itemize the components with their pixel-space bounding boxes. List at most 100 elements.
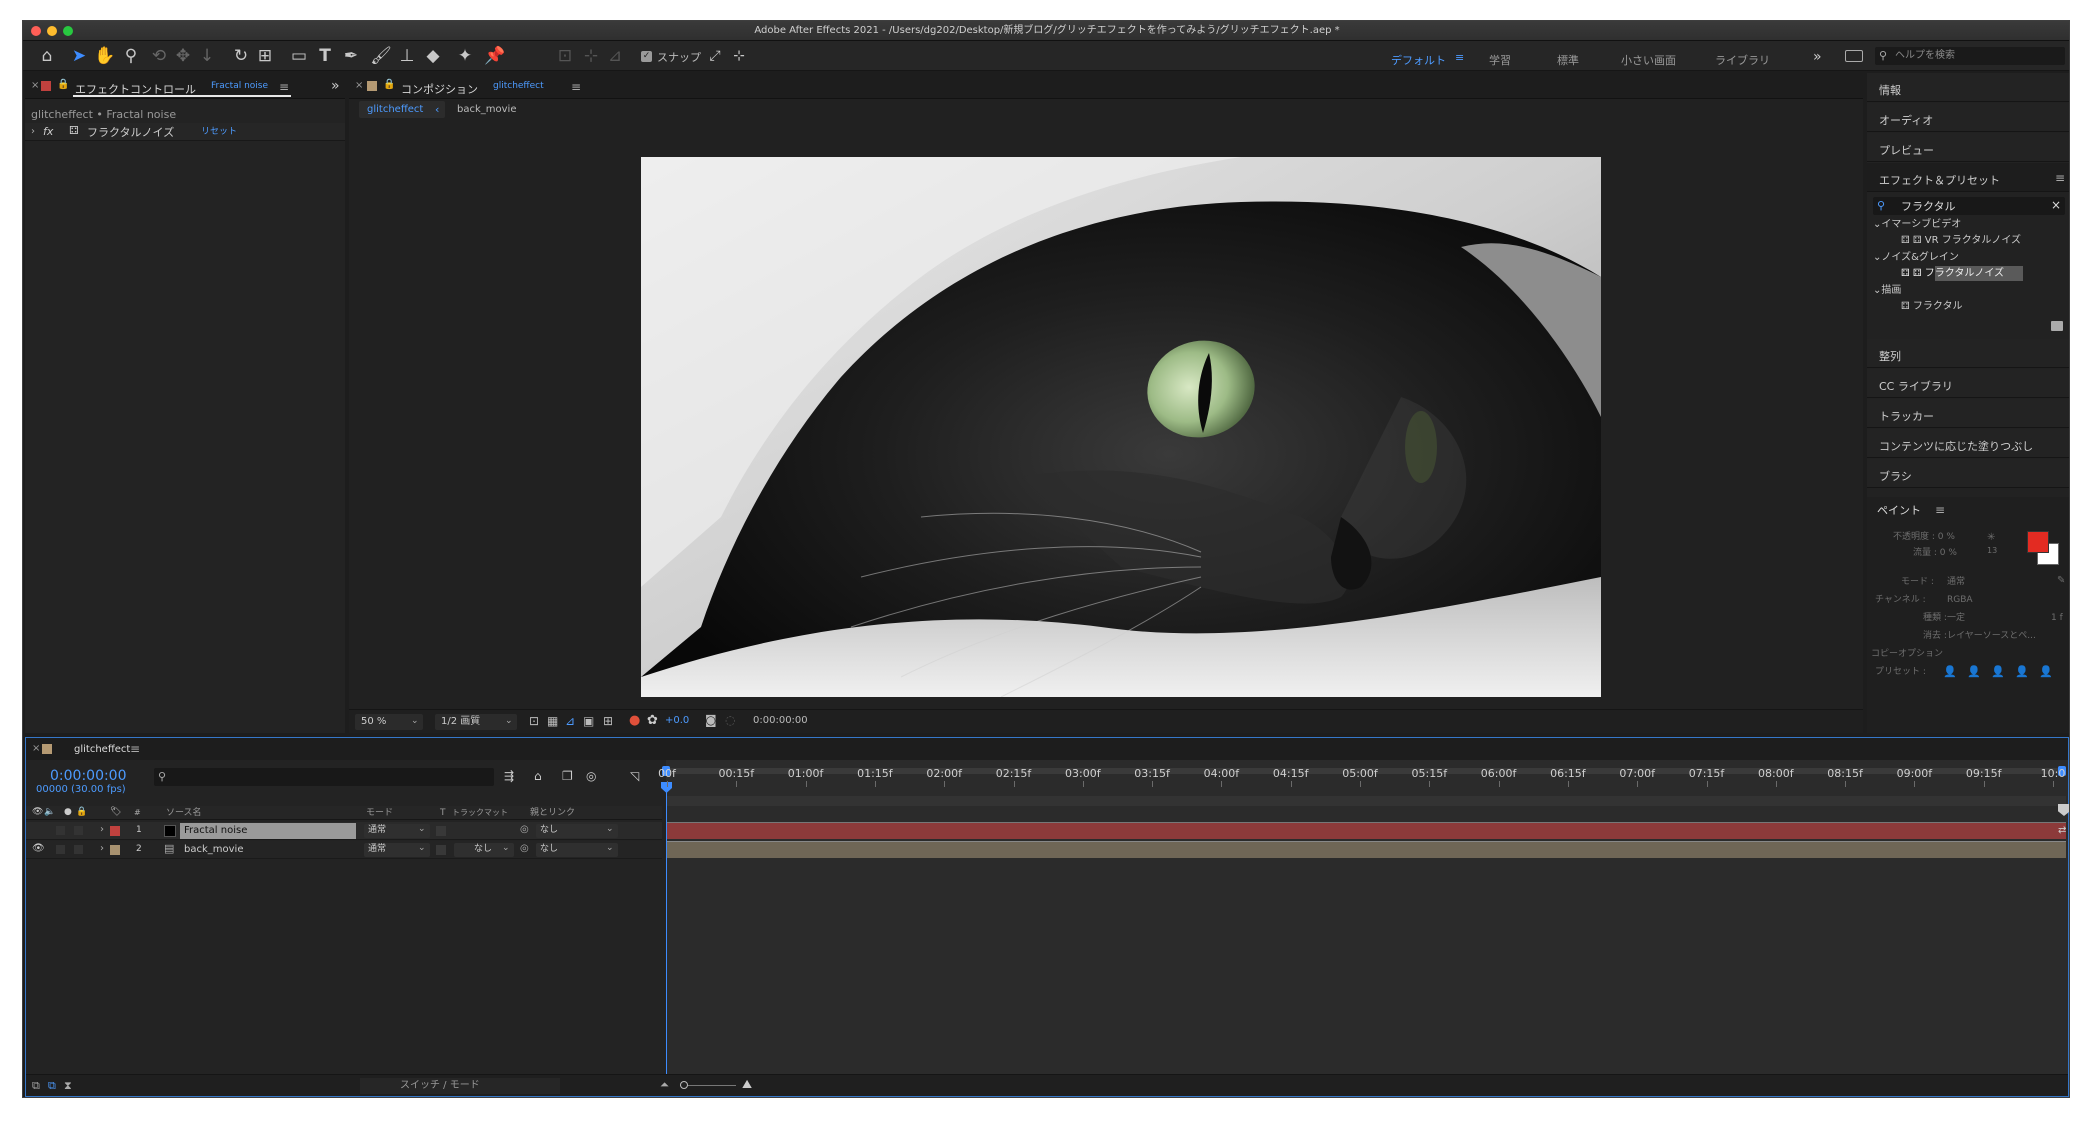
workspace-menu-icon[interactable]: ≡ — [1455, 52, 1464, 63]
paint-channel-value[interactable]: RGBA — [1947, 596, 1973, 605]
time-navigator-icon[interactable]: ⇄ — [2058, 826, 2066, 836]
comp-timecode[interactable]: 0:00:00:00 — [753, 716, 808, 726]
layer-label-color[interactable] — [110, 845, 120, 855]
snap-grid-icon[interactable]: ⊹ — [727, 44, 751, 68]
panel-menu-icon[interactable]: ≡ — [1935, 504, 1945, 516]
brush-icon[interactable]: 🖌 — [369, 44, 393, 68]
show-snapshot-icon[interactable]: ◌ — [725, 714, 735, 726]
workspace-small-screen[interactable]: 小さい画面 — [1621, 52, 1676, 68]
layer-solo-toggle[interactable] — [56, 826, 65, 835]
panel-info[interactable]: 情報 — [1867, 73, 2069, 102]
transparency-grid-icon[interactable]: ▦ — [547, 715, 558, 727]
panel-content-aware-fill[interactable]: コンテンツに応じた塗りつぶし — [1867, 429, 2069, 458]
selection-arrow-icon[interactable]: ➤ — [67, 44, 91, 68]
layer-parent-select[interactable]: なし ⌄ — [536, 824, 618, 838]
panel-menu-icon[interactable]: ≡ — [2055, 172, 2065, 184]
paint-duration-frames[interactable]: 1 f — [2051, 614, 2063, 623]
layer-parent-select[interactable]: なし ⌄ — [536, 843, 618, 857]
layer-row-1[interactable]: › 1 Fractal noise 通常 ⌄ ◎ なし ⌄ — [26, 822, 662, 840]
axis-view-icon[interactable]: ⊿ — [603, 44, 627, 68]
type-icon[interactable]: T — [313, 44, 337, 68]
effect-reset-link[interactable]: リセット — [201, 128, 237, 137]
shy-layers-icon[interactable]: ❐ — [562, 770, 573, 782]
eraser-icon[interactable]: ◆ — [421, 44, 445, 68]
graph-editor-icon[interactable]: ◹ — [630, 770, 639, 782]
pin-icon[interactable]: 📌 — [483, 44, 507, 68]
layer-bar-1[interactable] — [666, 822, 2066, 839]
zoom-slider-track[interactable] — [680, 1085, 736, 1086]
comp-nav-active[interactable]: glitcheffect ‹ — [359, 101, 445, 118]
comp-flowchart-icon[interactable]: ⇶ — [504, 770, 514, 782]
home-icon[interactable]: ⌂ — [35, 44, 59, 68]
layer-mode-select[interactable]: 通常 ⌄ — [364, 843, 430, 857]
color-channels-icon[interactable]: ● — [629, 714, 640, 727]
panel-menu-icon[interactable]: ≡ — [279, 80, 289, 94]
lock-icon[interactable]: 🔒 — [76, 808, 87, 817]
audio-icon[interactable]: 🔈 — [44, 808, 55, 817]
zoom-select[interactable]: 50 % ⌄ — [355, 714, 423, 730]
layer-name[interactable]: back_movie — [184, 845, 243, 855]
panel-align[interactable]: 整列 — [1867, 339, 2069, 368]
paint-erase-value[interactable]: レイヤーソースとペ... — [1947, 632, 2036, 641]
layer-search-input[interactable]: ⚲ — [154, 768, 494, 786]
panel-audio[interactable]: オーディオ — [1867, 103, 2069, 132]
source-name-header[interactable]: ソース名 — [166, 809, 202, 818]
zoom-icon[interactable]: ⚲ — [119, 44, 143, 68]
layer-lock-toggle[interactable] — [74, 845, 83, 854]
new-bin-icon[interactable] — [2051, 321, 2063, 331]
clone-preset-2-icon[interactable]: 👤 — [1967, 666, 1981, 677]
panel-cc-libraries[interactable]: CC ライブラリ — [1867, 369, 2069, 398]
hand-icon[interactable]: ✋ — [93, 44, 117, 68]
snap-option-icon[interactable]: ⤢ — [703, 44, 727, 68]
paint-mode-value[interactable]: 通常 — [1947, 578, 1965, 587]
tree-category-generate[interactable]: ⌄描画 — [1873, 286, 1901, 296]
brush-tip-icon[interactable]: ✳ — [1987, 533, 1995, 543]
render-time-icon[interactable]: ⧗ — [64, 1080, 72, 1091]
current-time-indicator[interactable] — [666, 786, 667, 1074]
composition-tab[interactable]: コンポジション — [401, 81, 478, 97]
snap-checkbox[interactable]: ✓ — [641, 51, 652, 62]
layer-lock-toggle[interactable] — [74, 826, 83, 835]
layer-trackmatte-select[interactable] — [454, 824, 514, 838]
tree-item-fractal[interactable]: ⚃ フラクタル — [1901, 302, 1962, 312]
zoom-slider-thumb[interactable] — [680, 1081, 688, 1089]
mask-visibility-icon[interactable]: ⊿ — [565, 715, 575, 727]
chevron-right-icon[interactable]: › — [100, 825, 104, 835]
clone-preset-1-icon[interactable]: 👤 — [1943, 666, 1957, 677]
axis-local-icon[interactable]: ⊡ — [553, 44, 577, 68]
pick-whip-icon[interactable]: ◎ — [520, 844, 529, 854]
pen-icon[interactable]: ✒ — [339, 44, 363, 68]
eye-icon[interactable]: 👁 — [32, 844, 45, 854]
transfer-controls-icon[interactable]: ⧉ — [48, 1080, 56, 1091]
layer-bar-2[interactable] — [666, 841, 2066, 858]
workspace-default[interactable]: デフォルト — [1391, 52, 1446, 68]
composition-viewer[interactable] — [641, 157, 1601, 697]
clone-preset-5-icon[interactable]: 👤 — [2039, 666, 2053, 677]
zoom-in-icon[interactable]: ⛰ — [742, 1078, 752, 1090]
clone-preset-4-icon[interactable]: 👤 — [2015, 666, 2029, 677]
paint-duration-value[interactable]: 一定 — [1947, 614, 1965, 623]
composition-name[interactable]: glitcheffect — [493, 82, 544, 91]
timeline-timecode[interactable]: 0:00:00:00 — [50, 769, 127, 783]
workspace-standard[interactable]: 標準 — [1557, 52, 1579, 68]
close-panel-icon[interactable]: × — [355, 81, 363, 91]
eyedropper-icon[interactable]: ✎ — [2057, 576, 2065, 586]
tree-item-vr-fractal-noise[interactable]: ⚃ ⚃ VR フラクタルノイズ — [1901, 236, 2021, 246]
lock-icon[interactable]: 🔒 — [57, 80, 69, 90]
solo-icon[interactable]: ● — [64, 808, 72, 817]
comp-nav-back-movie[interactable]: back_movie — [457, 105, 516, 115]
effect-row[interactable]: › fx ⚃ フラクタルノイズ リセット — [25, 123, 345, 141]
toggle-switches-modes-button[interactable]: スイッチ / モード — [360, 1078, 560, 1094]
eye-icon[interactable]: 👁 — [32, 808, 43, 817]
panel-brushes[interactable]: ブラシ — [1867, 459, 2069, 488]
workspace-libraries[interactable]: ライブラリ — [1715, 52, 1770, 68]
paint-clone-options[interactable]: コピーオプション — [1871, 650, 1943, 659]
panel-menu-icon[interactable]: ≡ — [130, 743, 140, 755]
axis-world-icon[interactable]: ⊹ — [579, 44, 603, 68]
preserve-transparency-toggle[interactable] — [436, 826, 446, 836]
pick-whip-icon[interactable]: ◎ — [520, 825, 529, 835]
tree-category-noise-grain[interactable]: ⌄ノイズ&グレイン — [1873, 253, 1959, 263]
zoom-out-icon[interactable]: ⏶ — [660, 1079, 669, 1090]
draft-3d-icon[interactable]: ⌂ — [534, 770, 542, 782]
fast-previews-icon[interactable]: ⊡ — [529, 715, 539, 727]
